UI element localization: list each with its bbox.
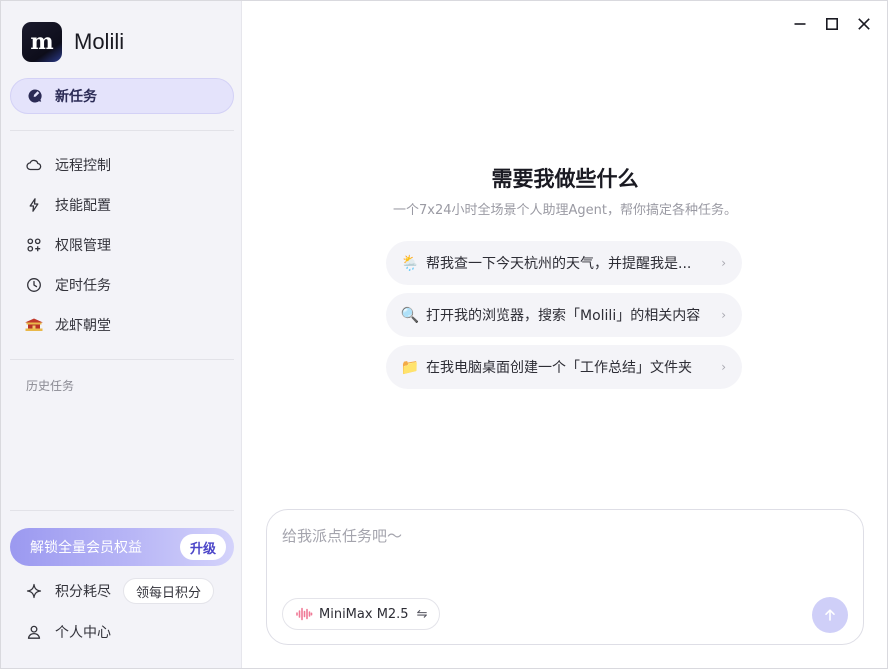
suggestion-browser-search[interactable]: 🔍 打开我的浏览器，搜索「Molili」的相关内容 › <box>386 293 742 337</box>
maximize-icon <box>825 17 838 30</box>
close-button[interactable] <box>855 15 873 33</box>
claim-daily-points-button[interactable]: 领每日积分 <box>123 578 215 604</box>
chevron-right-icon: › <box>721 308 726 322</box>
grid-icon <box>26 237 42 253</box>
history-section-label: 历史任务 <box>26 379 75 393</box>
sidebar-item-remote-control[interactable]: 远程控制 <box>10 145 234 185</box>
brand: m Molili <box>22 22 124 62</box>
page-subtitle: 一个7x24小时全场景个人助理Agent，帮你搞定各种任务。 <box>393 203 737 218</box>
sidebar-item-label: 龙虾朝堂 <box>55 318 111 334</box>
app-logo: m <box>22 22 62 62</box>
upgrade-button[interactable]: 升级 <box>179 534 226 560</box>
clock-icon <box>26 277 42 293</box>
sidebar-item-lobster-court[interactable]: 龙虾朝堂 <box>10 305 234 345</box>
sparkle-icon <box>26 583 42 599</box>
sidebar-item-skill-config[interactable]: 技能配置 <box>10 185 234 225</box>
suggestion-text: 打开我的浏览器，搜索「Molili」的相关内容 <box>426 308 701 324</box>
points-row: 积分耗尽 领每日积分 <box>26 576 215 606</box>
window-controls <box>791 15 873 33</box>
weather-icon: 🌦️ <box>400 254 420 272</box>
points-status: 积分耗尽 <box>55 584 111 600</box>
suggestion-list: 🌦️ 帮我查一下今天杭州的天气，并提醒我是... › 🔍 打开我的浏览器，搜索「… <box>386 241 742 397</box>
sidebar: m Molili 新任务 远程控制 技能配置 权限管理 定时任务 龙虾朝堂 历史… <box>1 1 242 668</box>
main-panel: 需要我做些什么 一个7x24小时全场景个人助理Agent，帮你搞定各种任务。 🌦… <box>242 1 887 668</box>
suggestion-create-folder[interactable]: 📁 在我电脑桌面创建一个「工作总结」文件夹 › <box>386 345 742 389</box>
model-name: MiniMax M2.5 <box>319 606 409 622</box>
suggestion-weather[interactable]: 🌦️ 帮我查一下今天杭州的天气，并提醒我是... › <box>386 241 742 285</box>
temple-icon <box>24 317 44 333</box>
task-composer: MiniMax M2.5 ⇋ <box>266 509 864 645</box>
send-button[interactable] <box>812 597 848 633</box>
profile-link[interactable]: 个人中心 <box>26 622 111 642</box>
cloud-icon <box>26 157 42 173</box>
page-title: 需要我做些什么 <box>491 167 639 191</box>
sidebar-item-label: 定时任务 <box>55 278 111 294</box>
sidebar-item-scheduled-tasks[interactable]: 定时任务 <box>10 265 234 305</box>
new-task-button[interactable]: 新任务 <box>10 78 234 114</box>
chevron-right-icon: › <box>721 360 726 374</box>
membership-text: 解锁全量会员权益 <box>30 540 142 556</box>
app-name: Molili <box>74 29 125 54</box>
logo-mark: m <box>30 29 54 55</box>
minimize-icon <box>794 23 806 25</box>
suggestion-text: 在我电脑桌面创建一个「工作总结」文件夹 <box>426 360 692 376</box>
sidebar-item-permissions[interactable]: 权限管理 <box>10 225 234 265</box>
arrow-up-icon <box>825 609 835 621</box>
model-selector[interactable]: MiniMax M2.5 ⇋ <box>282 598 441 630</box>
profile-label: 个人中心 <box>55 625 111 641</box>
audio-wave-icon <box>295 605 313 623</box>
divider <box>10 359 234 360</box>
app-window: m Molili 新任务 远程控制 技能配置 权限管理 定时任务 龙虾朝堂 历史… <box>0 0 888 669</box>
divider <box>10 510 234 511</box>
maximize-button[interactable] <box>823 15 841 33</box>
sidebar-item-label: 权限管理 <box>55 238 111 254</box>
new-task-label: 新任务 <box>55 89 97 105</box>
chevron-right-icon: › <box>721 256 726 270</box>
suggestion-text: 帮我查一下今天杭州的天气，并提醒我是... <box>426 256 692 272</box>
folder-icon: 📁 <box>400 358 420 376</box>
user-icon <box>26 624 42 640</box>
switch-icon: ⇋ <box>416 606 428 622</box>
task-input[interactable] <box>282 525 842 575</box>
close-icon <box>858 18 870 30</box>
sidebar-nav: 远程控制 技能配置 权限管理 定时任务 龙虾朝堂 <box>10 145 234 345</box>
new-chat-icon <box>27 88 43 104</box>
sidebar-item-label: 远程控制 <box>55 158 111 174</box>
magnifier-icon: 🔍 <box>400 306 420 324</box>
sidebar-item-label: 技能配置 <box>55 198 111 214</box>
membership-banner[interactable]: 解锁全量会员权益 升级 <box>10 528 234 566</box>
divider <box>10 130 234 131</box>
minimize-button[interactable] <box>791 15 809 33</box>
lightning-icon <box>26 197 42 213</box>
